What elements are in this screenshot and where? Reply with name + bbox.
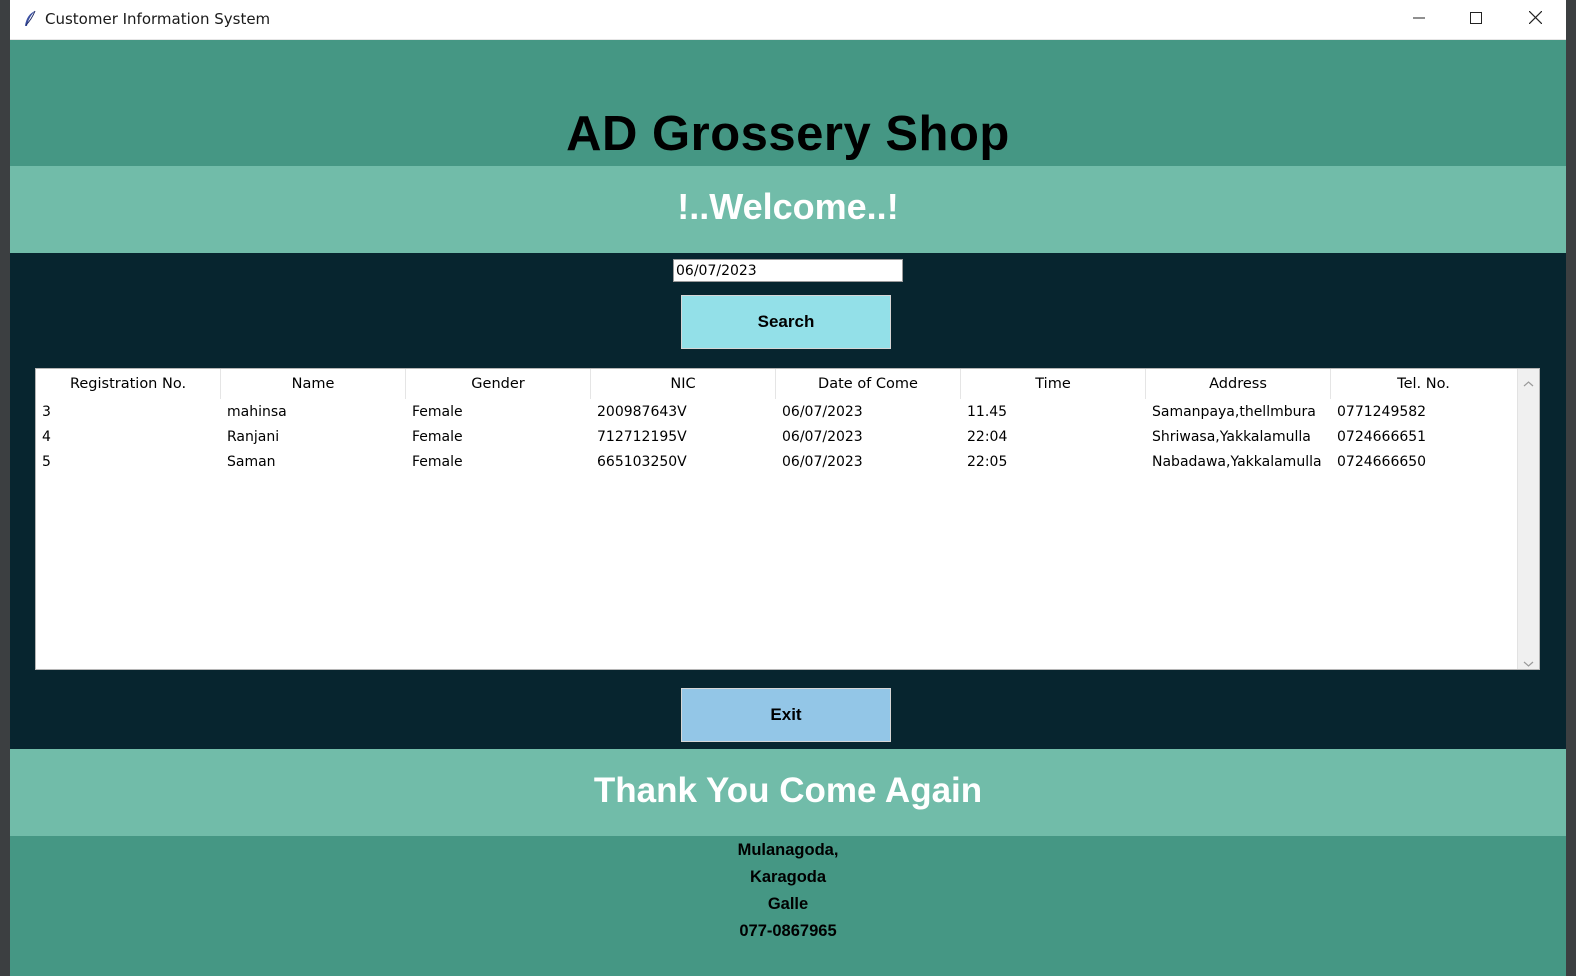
table-cell: Saman: [227, 453, 276, 470]
table-cell: Nabadawa,Yakkalamulla: [1152, 453, 1322, 470]
table-cell: 22:04: [967, 428, 1008, 445]
column-header[interactable]: Name: [221, 369, 406, 399]
minimize-button[interactable]: [1390, 0, 1448, 39]
title-bar[interactable]: Customer Information System: [10, 0, 1566, 40]
table-cell: 0724666650: [1337, 453, 1427, 470]
date-search-input[interactable]: [673, 259, 903, 282]
search-button[interactable]: Search: [681, 295, 891, 349]
table-cell: 0724666651: [1337, 428, 1427, 445]
feather-icon: [22, 10, 38, 28]
table-header: Registration No. Name Gender NIC Date of Com…: [36, 369, 1518, 399]
table-cell: 3: [42, 403, 51, 420]
table-cell: 0771249582: [1337, 403, 1427, 420]
table-cell: mahinsa: [227, 403, 287, 420]
table-cell: 22:05: [967, 453, 1008, 470]
table-cell: Female: [412, 453, 463, 470]
address-line-3: Galle: [767, 895, 809, 913]
customer-table[interactable]: Registration No. Name Gender NIC Date of Com…: [35, 368, 1540, 670]
maximize-icon: [1470, 11, 1482, 29]
table-cell: Female: [412, 403, 463, 420]
table-cell: Shriwasa,Yakkalamulla: [1152, 428, 1311, 445]
table-cell: 06/07/2023: [782, 428, 863, 445]
app-window: Customer Information System AD Grossery …: [10, 0, 1566, 976]
scroll-up-icon[interactable]: [1523, 375, 1534, 387]
table-cell: 665103250V: [597, 453, 687, 470]
table-cell: 4: [42, 428, 51, 445]
column-header[interactable]: NIC: [591, 369, 776, 399]
scroll-down-icon[interactable]: [1523, 655, 1534, 667]
table-cell: 11.45: [967, 403, 1008, 420]
column-header[interactable]: Tel. No.: [1331, 369, 1516, 399]
close-button[interactable]: [1506, 0, 1564, 39]
table-cell: 06/07/2023: [782, 403, 863, 420]
table-cell: 06/07/2023: [782, 453, 863, 470]
close-icon: [1528, 10, 1542, 29]
column-header[interactable]: Address: [1146, 369, 1331, 399]
table-cell: Female: [412, 428, 463, 445]
table-cell: 712712195V: [597, 428, 687, 445]
column-header[interactable]: Time: [961, 369, 1146, 399]
minimize-icon: [1413, 11, 1425, 29]
welcome-text: !..Welcome..!: [677, 186, 899, 227]
column-header[interactable]: Registration No.: [36, 369, 221, 399]
table-row[interactable]: 3 mahinsa Female 200987643V 06/07/2023 11.45 S…: [36, 399, 1518, 424]
phone-number: 077-0867965: [739, 922, 837, 940]
vertical-scrollbar[interactable]: [1517, 369, 1539, 669]
address-line-2: Karagoda: [749, 868, 827, 886]
column-header[interactable]: Date of Come: [776, 369, 961, 399]
address-line-1: Mulanagoda,: [737, 841, 839, 859]
table-row[interactable]: 5 Saman Female 665103250V 06/07/2023 22:05 Nab…: [36, 449, 1518, 474]
table-cell: Samanpaya,thellmbura: [1152, 403, 1316, 420]
shop-title: AD Grossery Shop: [566, 107, 1010, 161]
table-cell: Ranjani: [227, 428, 280, 445]
thanks-text: Thank You Come Again: [593, 771, 983, 810]
table-row[interactable]: 4 Ranjani Female 712712195V 06/07/2023 22:04 S…: [36, 424, 1518, 449]
table-cell: 5: [42, 453, 51, 470]
window-title: Customer Information System: [45, 10, 271, 28]
column-header[interactable]: Gender: [406, 369, 591, 399]
exit-button[interactable]: Exit: [681, 688, 891, 742]
table-body: 3 mahinsa Female 200987643V 06/07/2023 11.45 S…: [36, 399, 1518, 474]
maximize-button[interactable]: [1447, 0, 1505, 39]
table-cell: 200987643V: [597, 403, 687, 420]
